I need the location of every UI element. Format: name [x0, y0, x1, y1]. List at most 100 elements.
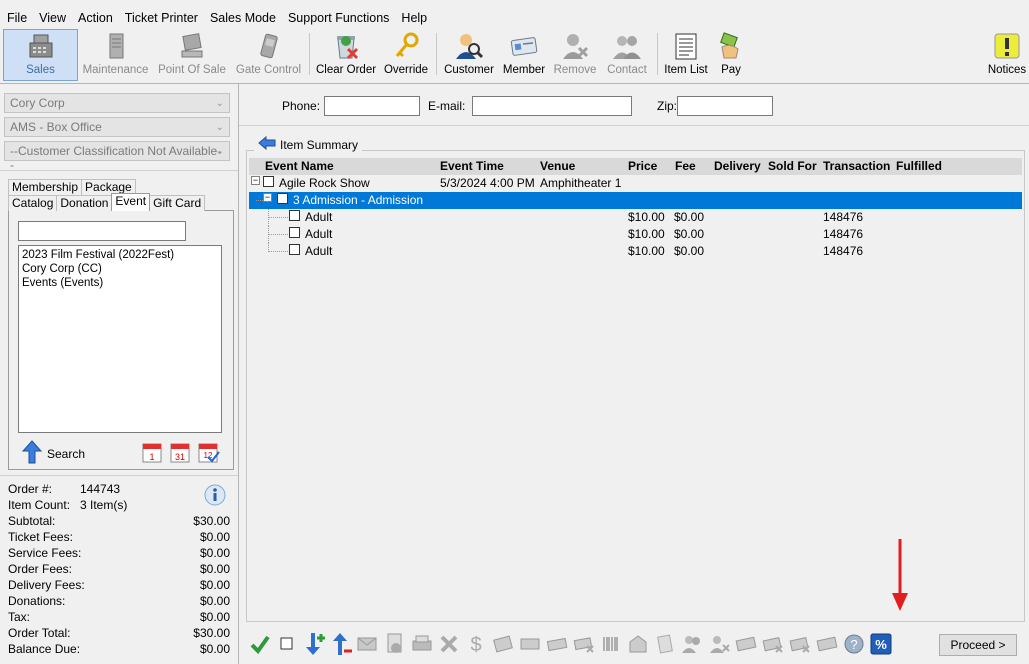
point-of-sale-button[interactable]: Point Of Sale — [153, 28, 231, 80]
move-down-add-icon[interactable] — [300, 631, 327, 657]
ticket-stack-icon[interactable] — [489, 631, 516, 657]
organization-select[interactable]: Cory Corp ⌄ — [4, 93, 230, 113]
event-search-input[interactable] — [18, 221, 186, 241]
scroll-icon[interactable] — [651, 631, 678, 657]
document-info-icon[interactable] — [381, 631, 408, 657]
cash-register-icon — [26, 31, 56, 61]
collapse-icon[interactable]: − — [251, 176, 260, 185]
ticket-checkbox[interactable] — [289, 227, 300, 238]
ticket-checkbox[interactable] — [289, 244, 300, 255]
discount-percent-icon[interactable]: % — [867, 631, 894, 657]
delete-x-icon[interactable] — [435, 631, 462, 657]
ticket-transaction: 148476 — [823, 244, 864, 258]
menu-help[interactable]: Help — [401, 11, 427, 25]
tree-connector — [268, 251, 288, 252]
menu-ticket-printer[interactable]: Ticket Printer — [125, 11, 198, 25]
remove-button[interactable]: Remove — [550, 28, 600, 80]
customer-classification-value: --Customer Classification Not Available-… — [10, 144, 222, 172]
check-all-icon[interactable] — [246, 631, 273, 657]
ticket-reprint-icon[interactable] — [813, 631, 840, 657]
tab-gift-card[interactable]: Gift Card — [149, 195, 206, 211]
email-input[interactable] — [472, 96, 632, 116]
list-item[interactable]: Cory Corp (CC) — [22, 262, 218, 276]
col-price[interactable]: Price — [628, 159, 657, 173]
order-total-value: $30.00 — [193, 626, 230, 640]
sales-button[interactable]: Sales — [3, 29, 78, 81]
location-select[interactable]: AMS - Box Office ⌄ — [4, 117, 230, 137]
subtotal-value: $30.00 — [193, 514, 230, 528]
contact-label: Contact — [607, 64, 647, 76]
clear-order-button[interactable]: Clear Order — [313, 28, 379, 80]
email-remove-icon[interactable] — [354, 631, 381, 657]
notices-button[interactable]: Notices — [985, 28, 1029, 80]
ticket-checkbox[interactable] — [289, 210, 300, 221]
zip-input[interactable] — [677, 96, 773, 116]
item-list-button[interactable]: Item List — [661, 28, 711, 80]
barcode-icon[interactable] — [597, 631, 624, 657]
user-remove-icon[interactable] — [705, 631, 732, 657]
menu-action[interactable]: Action — [78, 11, 113, 25]
collapse-icon[interactable]: − — [263, 193, 272, 202]
col-transaction[interactable]: Transaction — [823, 159, 890, 173]
search-button[interactable]: Search — [21, 440, 85, 467]
ticket-remove-icon[interactable] — [570, 631, 597, 657]
ticket-tilted-icon[interactable] — [543, 631, 570, 657]
tab-donation[interactable]: Donation — [56, 195, 113, 211]
member-button[interactable]: Member — [498, 28, 550, 80]
list-item[interactable]: Events (Events) — [22, 276, 218, 290]
table-row[interactable]: Adult $10.00 $0.00 148476 — [249, 243, 1022, 260]
help-question-icon[interactable]: ? — [840, 631, 867, 657]
move-up-remove-icon[interactable] — [327, 631, 354, 657]
item-summary-header[interactable]: Item Summary — [254, 135, 363, 153]
event-list[interactable]: 2023 Film Festival (2022Fest) Cory Corp … — [18, 245, 222, 433]
ticket-cancel-icon[interactable] — [759, 631, 786, 657]
customer-classification-select[interactable]: --Customer Classification Not Available-… — [4, 141, 230, 172]
pay-button[interactable]: Pay — [711, 28, 751, 80]
uncheck-all-icon[interactable] — [273, 631, 300, 657]
calendar-month-icon[interactable]: 31 — [170, 441, 190, 463]
col-fulfilled[interactable]: Fulfilled — [896, 159, 942, 173]
col-event-time[interactable]: Event Time — [440, 159, 504, 173]
table-row-event[interactable]: − Agile Rock Show 5/3/2024 4:00 PM Amphi… — [249, 175, 1022, 192]
info-icon[interactable] — [204, 484, 226, 509]
menu-view[interactable]: View — [39, 11, 66, 25]
gate-control-button[interactable]: Gate Control — [231, 28, 306, 80]
printer-icon[interactable] — [408, 631, 435, 657]
tab-membership[interactable]: Membership — [8, 179, 83, 195]
menu-file[interactable]: File — [7, 11, 27, 25]
discount-percent-text: % — [875, 637, 887, 652]
calendar-check-icon[interactable]: 12 — [198, 441, 220, 463]
override-button[interactable]: Override — [379, 28, 433, 80]
envelope-open-icon[interactable] — [624, 631, 651, 657]
proceed-button[interactable]: Proceed > — [939, 634, 1017, 656]
table-row[interactable]: Adult $10.00 $0.00 148476 — [249, 209, 1022, 226]
calendar-day-icon[interactable]: 1 — [142, 441, 162, 463]
table-row-group[interactable]: − 3 Admission - Admission — [249, 192, 1022, 209]
user-group-icon[interactable] — [678, 631, 705, 657]
phone-label: Phone: — [282, 99, 321, 113]
dollar-icon[interactable]: $ — [462, 631, 489, 657]
customer-button[interactable]: Customer — [440, 28, 498, 80]
menu-support-functions[interactable]: Support Functions — [288, 11, 389, 25]
phone-input[interactable] — [324, 96, 420, 116]
ticket-icon[interactable] — [516, 631, 543, 657]
table-row[interactable]: Adult $10.00 $0.00 148476 — [249, 226, 1022, 243]
tab-catalog[interactable]: Catalog — [8, 195, 58, 211]
menu-sales-mode[interactable]: Sales Mode — [210, 11, 276, 25]
col-sold-for[interactable]: Sold For — [768, 159, 817, 173]
tab-event[interactable]: Event — [111, 193, 151, 211]
event-checkbox[interactable] — [263, 176, 274, 187]
col-event-name[interactable]: Event Name — [265, 159, 334, 173]
ticket-link-icon[interactable] — [732, 631, 759, 657]
maintenance-button[interactable]: Maintenance — [78, 28, 153, 80]
email-label: E-mail: — [428, 99, 466, 113]
tax-label: Tax: — [8, 610, 31, 624]
list-item[interactable]: 2023 Film Festival (2022Fest) — [22, 248, 218, 262]
col-fee[interactable]: Fee — [675, 159, 696, 173]
contact-button[interactable]: Contact — [600, 28, 654, 80]
ticket-void-icon[interactable] — [786, 631, 813, 657]
col-delivery[interactable]: Delivery — [714, 159, 761, 173]
tree-connector — [256, 200, 263, 201]
group-checkbox[interactable] — [277, 193, 288, 204]
col-venue[interactable]: Venue — [540, 159, 575, 173]
